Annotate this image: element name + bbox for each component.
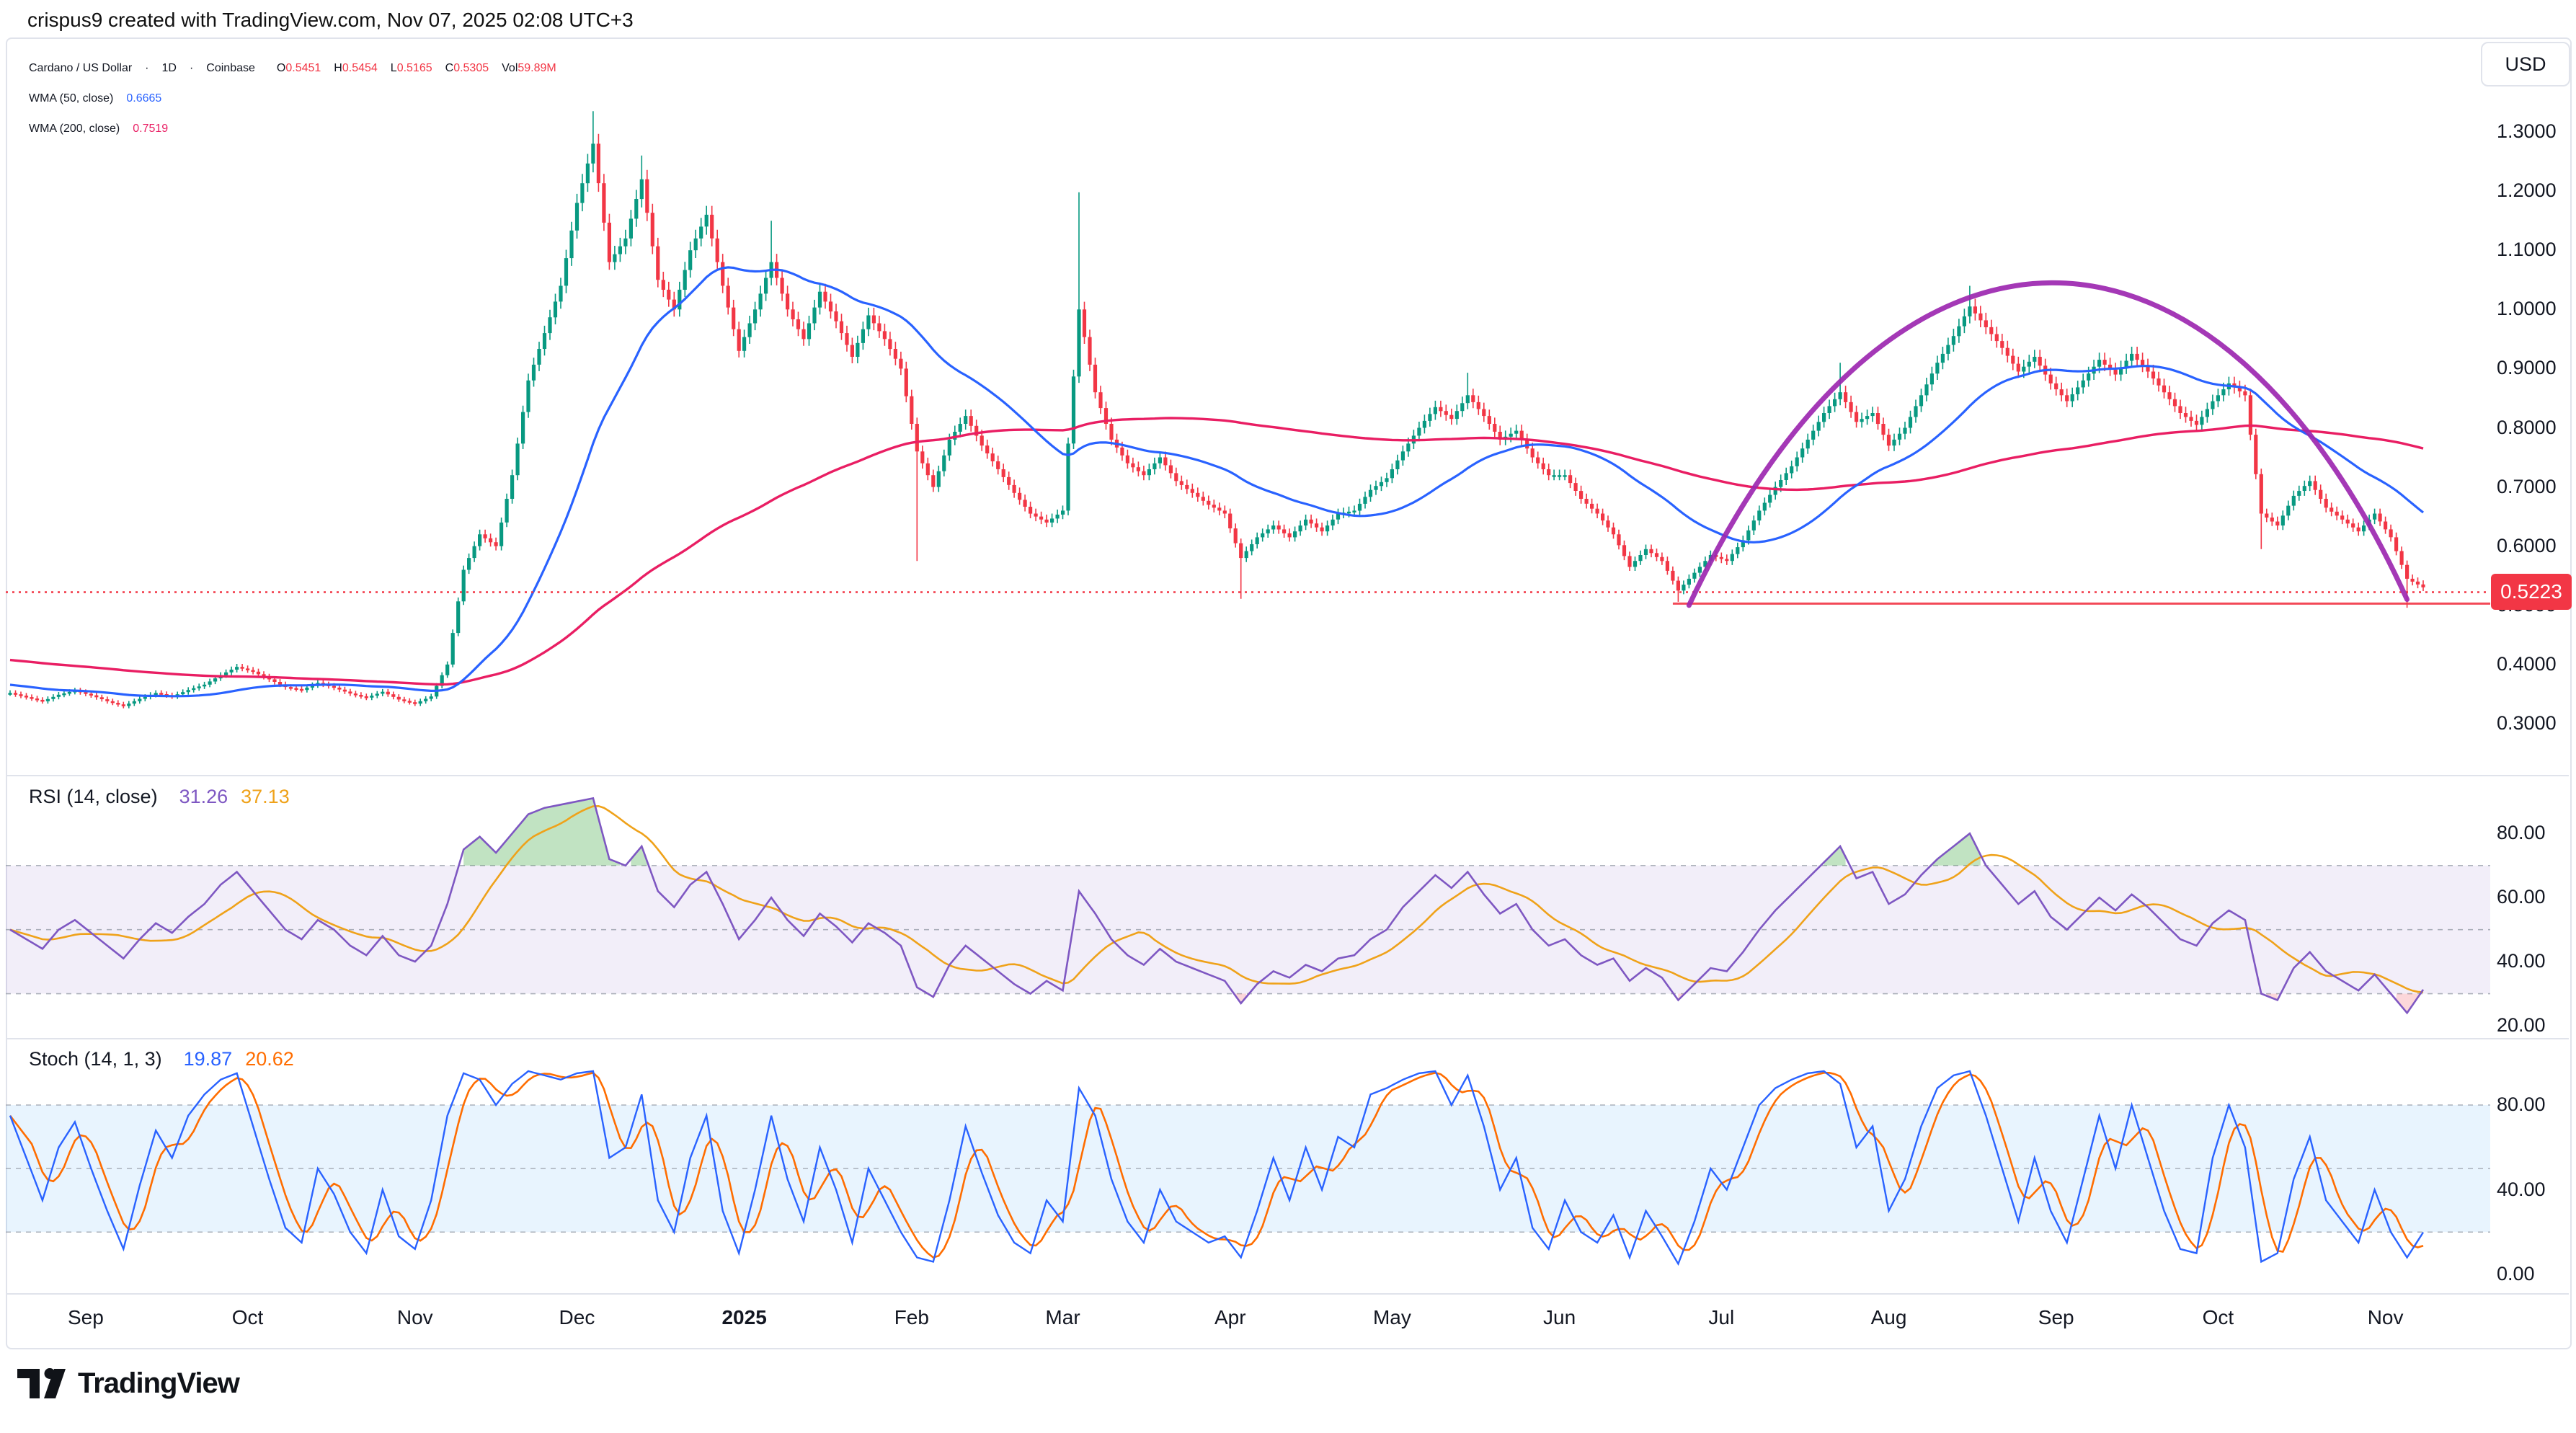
price-axis-label: 0.6000	[2497, 535, 2557, 557]
symbol-interval[interactable]: 1D	[162, 62, 177, 75]
tradingview-chart-page: crispus9 created with TradingView.com, N…	[0, 0, 2576, 1433]
stoch-legend[interactable]: Stoch (14, 1, 3) 19.87 20.62	[29, 1048, 294, 1070]
chart-canvas[interactable]	[0, 0, 2576, 1433]
ohlc-close-label: C	[445, 62, 454, 75]
price-axis-label: 1.1000	[2497, 239, 2557, 261]
wma200-value: 0.7519	[133, 123, 168, 136]
time-axis-label: Aug	[1871, 1306, 1907, 1329]
symbol-title[interactable]: Cardano / US Dollar	[29, 62, 132, 75]
time-axis-label: Jul	[1708, 1306, 1734, 1329]
symbol-legend-row[interactable]: Cardano / US Dollar · 1D · Coinbase O0.5…	[29, 53, 556, 84]
candle-wicks-up	[10, 111, 2375, 708]
arc-annotation	[1689, 283, 2407, 605]
ohlc-high-value: 0.5454	[342, 62, 378, 75]
rsi-axis-label: 40.00	[2497, 950, 2546, 972]
time-axis-label: Mar	[1045, 1306, 1080, 1329]
ohlc-low-label: L	[391, 62, 397, 75]
price-axis-label: 0.4000	[2497, 653, 2557, 675]
time-axis-label: Nov	[397, 1306, 433, 1329]
stoch-k-value: 19.87	[184, 1048, 233, 1070]
time-axis-label: Jun	[1543, 1306, 1576, 1329]
wma200-line	[10, 418, 2423, 684]
wma50-legend-row[interactable]: WMA (50, close) 0.6665	[29, 84, 556, 114]
tradingview-logo[interactable]: TradingView	[17, 1367, 239, 1400]
time-axis-label: Nov	[2368, 1306, 2404, 1329]
last-price-tag: 0.5223	[2491, 574, 2572, 610]
time-axis-label: Oct	[232, 1306, 264, 1329]
separator-dot: ·	[145, 62, 148, 75]
price-axis-label: 0.7000	[2497, 476, 2557, 498]
price-axis-label: 1.0000	[2497, 298, 2557, 320]
price-axis-label: 0.9000	[2497, 357, 2557, 379]
rsi-axis-label: 80.00	[2497, 822, 2546, 844]
stoch-label[interactable]: Stoch (14, 1, 3)	[29, 1048, 162, 1070]
ohlc-high-label: H	[334, 62, 342, 75]
rsi-legend[interactable]: RSI (14, close) 31.26 37.13	[29, 786, 290, 808]
time-axis-label: Oct	[2203, 1306, 2234, 1329]
currency-toggle-label: USD	[2505, 53, 2546, 76]
time-axis-label: Dec	[559, 1306, 595, 1329]
stoch-axis-label: 0.00	[2497, 1263, 2535, 1285]
ohlc-close-value: 0.5305	[453, 62, 489, 75]
ohlc-open-value: 0.5451	[285, 62, 321, 75]
time-axis-label: Apr	[1214, 1306, 1246, 1329]
time-axis-label: Feb	[894, 1306, 929, 1329]
wma50-line	[10, 267, 2423, 696]
ohlc-low-value: 0.5165	[397, 62, 432, 75]
tradingview-logo-text: TradingView	[78, 1367, 239, 1400]
stoch-axis-label: 40.00	[2497, 1179, 2546, 1201]
wma200-label[interactable]: WMA (200, close)	[29, 123, 120, 136]
symbol-exchange[interactable]: Coinbase	[206, 62, 255, 75]
time-axis-label: Sep	[68, 1306, 104, 1329]
candle-bodies	[8, 143, 2425, 706]
price-axis-label: 1.2000	[2497, 179, 2557, 202]
tradingview-logo-mark	[17, 1367, 68, 1400]
currency-toggle-button[interactable]: USD	[2481, 42, 2570, 86]
price-axis-label: 1.3000	[2497, 120, 2557, 143]
separator-dot: ·	[190, 62, 193, 75]
stoch-axis-label: 80.00	[2497, 1093, 2546, 1116]
rsi-ma-value: 37.13	[241, 786, 290, 808]
volume-value: 59.89M	[518, 62, 556, 75]
wma50-label[interactable]: WMA (50, close)	[29, 92, 113, 105]
wma200-legend-row[interactable]: WMA (200, close) 0.7519	[29, 114, 556, 144]
rsi-label[interactable]: RSI (14, close)	[29, 786, 158, 808]
rsi-axis-label: 20.00	[2497, 1014, 2546, 1037]
rsi-axis-label: 60.00	[2497, 886, 2546, 908]
wma50-value: 0.6665	[126, 92, 161, 105]
ohlc-open-label: O	[277, 62, 285, 75]
volume-label: Vol	[502, 62, 518, 75]
symbol-legend[interactable]: Cardano / US Dollar · 1D · Coinbase O0.5…	[29, 53, 556, 144]
time-axis-label: May	[1373, 1306, 1411, 1329]
stoch-d-value: 20.62	[245, 1048, 294, 1070]
price-axis-label: 0.8000	[2497, 417, 2557, 439]
last-price-tag-value: 0.5223	[2500, 580, 2562, 603]
price-axis-label: 0.3000	[2497, 712, 2557, 735]
time-axis-label: Sep	[2038, 1306, 2074, 1329]
time-axis-label: 2025	[721, 1306, 766, 1329]
rsi-value: 31.26	[179, 786, 228, 808]
